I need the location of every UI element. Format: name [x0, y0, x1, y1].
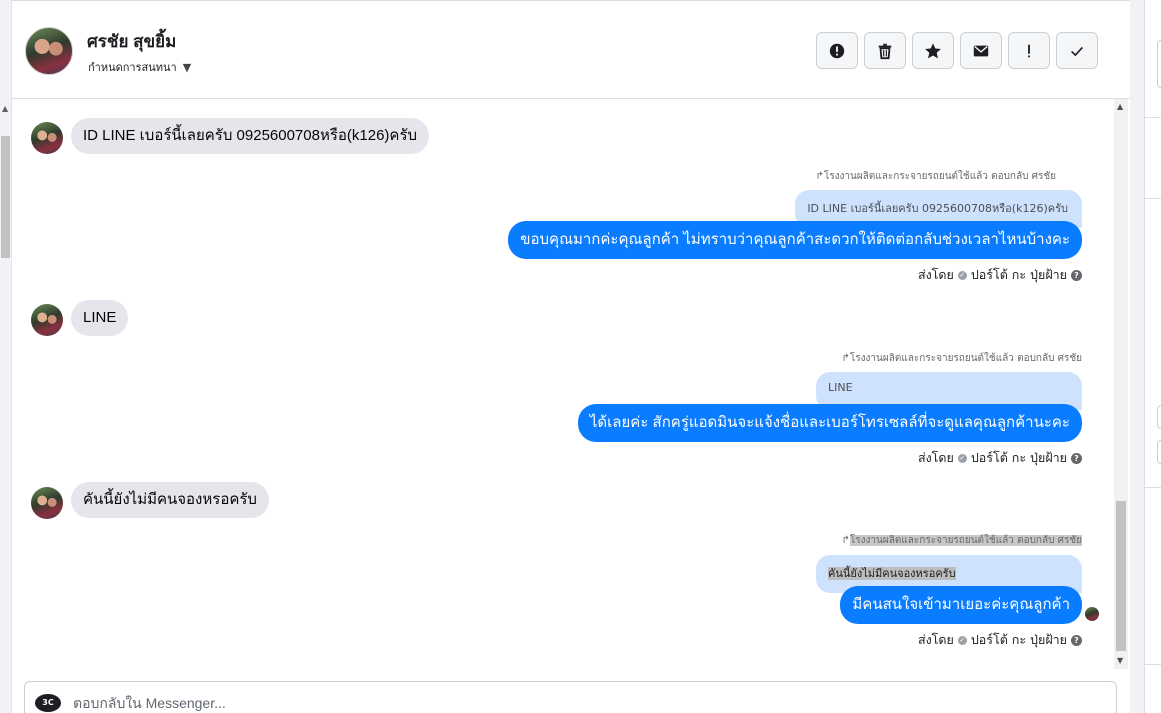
sent-by-info: ส่งโดย ✓ ปอร์โต้ กะ ปุ่ยฝ้าย ? [918, 265, 1082, 285]
sent-by-label: ส่งโดย [917, 267, 954, 282]
conversation-header: ศรชัย สุขยิ้ม กำหนดการสนทนา ▼ [12, 0, 1130, 99]
contact-details-panel [1144, 0, 1161, 713]
sent-by-info: ส่งโดย ✓ ปอร์โต้ กะ ปุ่ยฝ้าย ? [918, 630, 1082, 650]
panel-divider [1145, 117, 1161, 118]
outgoing-message[interactable]: มีคนสนใจเข้ามาเยอะค่ะคุณลูกค้า [840, 586, 1082, 624]
reply-context-label: ↱โรงงานผลิตและกระจายรถยนต์ใช้แล้ว ตอบกลั… [841, 353, 1082, 364]
help-icon[interactable]: ? [1071, 634, 1082, 646]
sender-name[interactable]: ปอร์โต้ กะ ปุ่ยฝ้าย [971, 265, 1067, 285]
verified-check-icon: ✓ [957, 453, 967, 463]
sent-by-label: ส่งโดย [917, 632, 954, 647]
trash-icon [878, 43, 892, 59]
reply-context-text: โรงงานผลิตและกระจายรถยนต์ใช้แล้ว ตอบกลับ… [849, 535, 1082, 546]
reply-input[interactable] [73, 692, 1073, 713]
inbox-conversation-view: ▲ ศรชัย สุขยิ้ม กำหนดการสนทนา ▼ ID LINE … [0, 0, 1161, 713]
outgoing-message[interactable]: ขอบคุณมากค่ะคุณลูกค้า ไม่ทราบว่าคุณลูกค้… [508, 221, 1082, 259]
contact-avatar-small[interactable] [31, 122, 63, 154]
assign-conversation-dropdown[interactable]: กำหนดการสนทนา ▼ [88, 58, 191, 76]
sender-name[interactable]: ปอร์โต้ กะ ปุ่ยฝ้าย [971, 630, 1067, 650]
contact-avatar-small[interactable] [31, 487, 63, 519]
mark-done-button[interactable] [1056, 32, 1098, 69]
contact-avatar-small[interactable] [31, 304, 63, 336]
scrollbar-thumb[interactable] [1116, 501, 1126, 651]
quoted-message-text: ID LINE เบอร์นี้เลยครับ 0925600708หรือ(k… [807, 202, 1068, 215]
verified-check-icon: ✓ [957, 270, 967, 280]
page-logo-icon: 3C [35, 694, 61, 712]
thread-scrollbar[interactable]: ▲ ▼ [1114, 99, 1128, 669]
verified-check-icon: ✓ [957, 635, 967, 645]
incoming-message[interactable]: คันนี้ยังไม่มีคนจองหรอครับ [71, 482, 269, 518]
left-scrollbar[interactable]: ▲ [0, 0, 12, 713]
assign-conversation-label: กำหนดการสนทนา [88, 61, 177, 74]
panel-field[interactable] [1157, 40, 1161, 88]
scroll-up-arrow-icon[interactable]: ▲ [1117, 102, 1123, 111]
panel-divider [1145, 487, 1161, 488]
sent-by-info: ส่งโดย ✓ ปอร์โต้ กะ ปุ่ยฝ้าย ? [918, 448, 1082, 468]
panel-gap [1130, 0, 1144, 713]
panel-field[interactable] [1157, 405, 1161, 429]
exclamation-icon [1028, 44, 1030, 57]
sent-by-label: ส่งโดย [917, 450, 954, 465]
incoming-message[interactable]: ID LINE เบอร์นี้เลยครับ 0925600708หรือ(k… [71, 118, 430, 154]
star-icon [925, 42, 941, 58]
reply-context-label: ↱โรงงานผลิตและกระจายรถยนต์ใช้แล้ว ตอบกลั… [841, 535, 1082, 546]
reply-context-text: โรงงานผลิตและกระจายรถยนต์ใช้แล้ว ตอบกลับ… [849, 353, 1082, 364]
contact-avatar[interactable] [25, 27, 73, 75]
reply-composer[interactable]: 3C [24, 681, 1117, 713]
caret-down-icon: ▼ [182, 60, 192, 74]
star-button[interactable] [912, 32, 954, 69]
quoted-message-text: คันนี้ยังไม่มีคนจองหรอครับ [828, 567, 956, 580]
help-icon[interactable]: ? [1071, 269, 1082, 281]
help-icon[interactable]: ? [1071, 452, 1082, 464]
panel-divider [1145, 664, 1161, 665]
panel-field[interactable] [1157, 440, 1161, 464]
message-thread[interactable]: ID LINE เบอร์นี้เลยครับ 0925600708หรือ(k… [12, 99, 1114, 669]
incoming-message[interactable]: LINE [71, 300, 129, 336]
reply-context-label: ↱โรงงานผลิตและกระจายรถยนต์ใช้แล้ว ตอบกลั… [815, 171, 1056, 182]
delete-button[interactable] [864, 32, 906, 69]
conversation-toolbar [816, 32, 1098, 69]
scrollbar-thumb[interactable] [1, 136, 10, 258]
alert-circle-icon [829, 43, 845, 58]
header-divider [12, 0, 1130, 4]
outgoing-message[interactable]: ได้เลยค่ะ สักครู่แอดมินจะแจ้งชื่อและเบอร… [577, 404, 1082, 442]
envelope-icon [973, 45, 989, 56]
mark-unread-button[interactable] [960, 32, 1002, 69]
reply-context-text: โรงงานผลิตและกระจายรถยนต์ใช้แล้ว ตอบกลับ… [823, 171, 1056, 182]
quoted-message-text: LINE [828, 381, 853, 394]
scroll-up-arrow-icon[interactable]: ▲ [2, 104, 8, 113]
panel-divider [1145, 198, 1161, 199]
mark-spam-button[interactable] [816, 32, 858, 69]
contact-name[interactable]: ศรชัย สุขยิ้ม [87, 28, 176, 55]
sender-name[interactable]: ปอร์โต้ กะ ปุ่ยฝ้าย [971, 448, 1067, 468]
seen-by-avatar [1085, 607, 1099, 621]
check-icon [1071, 46, 1083, 56]
scroll-down-arrow-icon[interactable]: ▼ [1117, 656, 1123, 665]
follow-up-button[interactable] [1008, 32, 1050, 69]
